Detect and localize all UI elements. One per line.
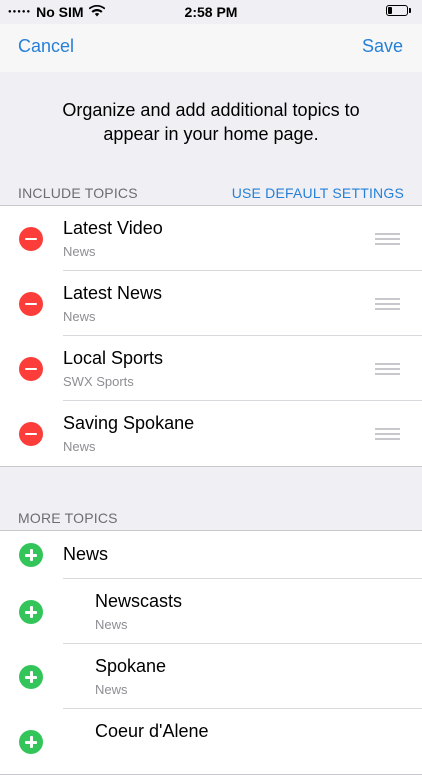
- include-topics-list: Latest Video News Latest News News Local…: [0, 205, 422, 467]
- topic-title: Spokane: [95, 656, 167, 676]
- more-topics-list: News Newscasts News Spokane News Coeur d…: [0, 530, 422, 775]
- topic-title: Latest News: [63, 283, 163, 303]
- reorder-handle-icon[interactable]: [375, 233, 400, 245]
- topic-row-spokane[interactable]: Spokane News: [0, 644, 422, 709]
- topic-subtitle: SWX Sports: [63, 374, 134, 389]
- include-topics-header: INCLUDE TOPICS USE DEFAULT SETTINGS: [0, 175, 422, 205]
- reorder-handle-icon[interactable]: [375, 298, 400, 310]
- add-circle-icon[interactable]: [19, 600, 43, 624]
- remove-circle-icon[interactable]: [19, 422, 43, 446]
- more-topics-header: MORE TOPICS: [0, 500, 422, 530]
- add-circle-icon[interactable]: [19, 730, 43, 754]
- add-circle-icon[interactable]: [19, 665, 43, 689]
- save-button[interactable]: Save: [362, 36, 403, 57]
- topic-title: Latest Video: [63, 218, 163, 238]
- topic-subtitle: News: [63, 309, 96, 324]
- reorder-handle-icon[interactable]: [375, 428, 400, 440]
- status-bar: ●●●●● No SIM 2:58 PM: [0, 0, 422, 24]
- more-topics-title: MORE TOPICS: [18, 510, 118, 526]
- battery-icon: [386, 5, 411, 16]
- topic-subtitle: News: [63, 439, 96, 454]
- cancel-button[interactable]: Cancel: [18, 36, 74, 57]
- topic-row-news[interactable]: News: [0, 531, 422, 579]
- remove-circle-icon[interactable]: [19, 292, 43, 316]
- remove-circle-icon[interactable]: [19, 357, 43, 381]
- topic-row-saving-spokane: Saving Spokane News: [0, 401, 422, 466]
- topic-title: Local Sports: [63, 348, 164, 368]
- topic-title: Coeur d'Alene: [95, 721, 209, 741]
- topic-subtitle: News: [95, 617, 128, 632]
- topic-row-local-sports: Local Sports SWX Sports: [0, 336, 422, 401]
- use-default-settings-button[interactable]: USE DEFAULT SETTINGS: [232, 185, 404, 201]
- add-circle-icon[interactable]: [19, 543, 43, 567]
- topic-row-coeur-d-alene[interactable]: Coeur d'Alene: [0, 709, 422, 774]
- remove-circle-icon[interactable]: [19, 227, 43, 251]
- topic-row-newscasts[interactable]: Newscasts News: [0, 579, 422, 644]
- topic-row-latest-video: Latest Video News: [0, 206, 422, 271]
- navigation-bar: Cancel Save: [0, 24, 422, 72]
- topic-title: Saving Spokane: [63, 413, 195, 433]
- include-topics-title: INCLUDE TOPICS: [18, 185, 138, 201]
- intro-text: Organize and add additional topics to ap…: [62, 100, 360, 144]
- topic-title: Newscasts: [95, 591, 183, 611]
- reorder-handle-icon[interactable]: [375, 363, 400, 375]
- status-time: 2:58 PM: [184, 4, 238, 20]
- topic-title: News: [63, 544, 109, 564]
- topic-subtitle: News: [95, 682, 128, 697]
- topic-row-latest-news: Latest News News: [0, 271, 422, 336]
- topic-subtitle: News: [63, 244, 96, 259]
